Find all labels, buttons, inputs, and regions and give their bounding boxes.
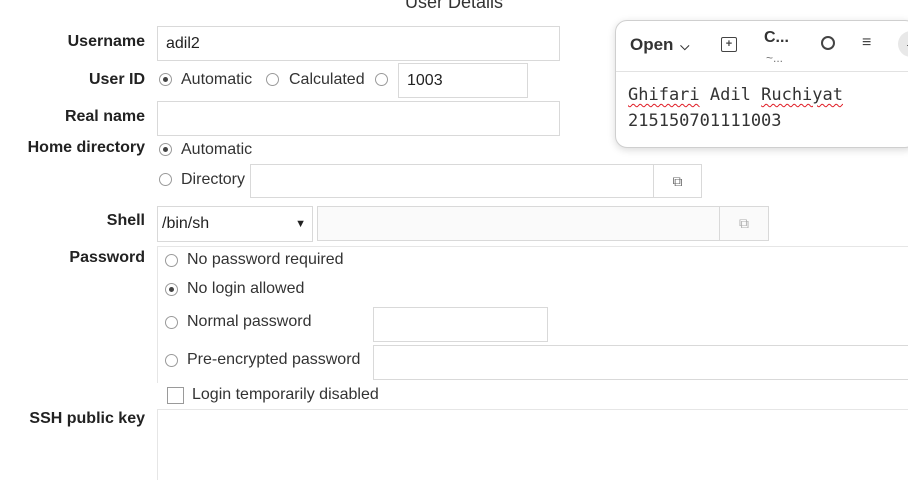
home-automatic-radio[interactable] (159, 143, 172, 156)
dropdown-arrow-icon: ▼ (295, 218, 306, 230)
user-id-automatic-radio[interactable] (159, 73, 172, 86)
editor-headerbar: Open ⌵ + C... ~... ≡ – (616, 21, 908, 72)
username-label: Username (67, 33, 145, 50)
password-nologin-radio[interactable] (165, 283, 178, 296)
login-disabled-checkbox[interactable] (167, 387, 184, 404)
open-button-label: Open (630, 35, 674, 54)
editor-line-2[interactable]: 215150701111003 (628, 111, 782, 131)
home-directory-radio[interactable] (159, 173, 172, 186)
menu-icon[interactable]: ≡ (862, 34, 871, 52)
editor-document-title: C... (764, 29, 789, 46)
shell-label: Shell (106, 212, 145, 229)
password-preencrypted-radio[interactable] (165, 354, 178, 367)
home-browse-button[interactable]: ⧉ (653, 164, 702, 198)
password-none-label: No password required (187, 251, 344, 268)
shell-select-value: /bin/sh (162, 215, 210, 232)
password-none-radio[interactable] (165, 254, 178, 267)
preencrypted-password-input[interactable] (373, 345, 908, 380)
password-normal-label: Normal password (187, 313, 312, 330)
editor-line-1[interactable]: Ghifari Adil Ruchiyat (628, 85, 843, 105)
new-tab-icon[interactable]: + (721, 37, 737, 52)
home-automatic-label: Automatic (181, 141, 253, 158)
user-id-calculated-radio[interactable] (266, 73, 279, 86)
minimize-icon[interactable]: – (898, 31, 908, 57)
home-directory-option-label: Directory (181, 171, 246, 188)
password-label: Password (69, 249, 145, 266)
user-id-automatic-label: Automatic (181, 71, 253, 88)
shell-select[interactable]: /bin/sh ▼ (157, 206, 313, 242)
shell-other-input[interactable] (317, 206, 720, 241)
window-title: User Details (404, 0, 504, 12)
real-name-input[interactable] (157, 101, 560, 136)
editor-document-path: ~... (766, 51, 784, 65)
copy-icon: ⧉ (672, 172, 683, 189)
real-name-label: Real name (64, 108, 145, 125)
username-input[interactable]: adil2 (157, 26, 560, 61)
normal-password-input[interactable] (373, 307, 548, 342)
user-id-input[interactable]: 1003 (398, 63, 528, 98)
shell-browse-button[interactable]: ⧉ (719, 206, 769, 241)
text-editor-window: Open ⌵ + C... ~... ≡ – Ghifari Adil Ruch… (615, 20, 908, 148)
open-button[interactable]: Open ⌵ (630, 35, 689, 55)
user-id-label: User ID (88, 71, 145, 88)
ssh-key-textarea[interactable] (157, 409, 908, 480)
password-normal-radio[interactable] (165, 316, 178, 329)
chevron-down-icon: ⌵ (680, 39, 690, 53)
password-nologin-label: No login allowed (187, 280, 305, 297)
ssh-key-label: SSH public key (29, 410, 145, 427)
password-preencrypted-label: Pre-encrypted password (187, 351, 361, 368)
home-directory-input[interactable] (250, 164, 654, 198)
settings-gear-icon[interactable] (821, 36, 835, 50)
login-disabled-label: Login temporarily disabled (192, 386, 379, 403)
home-directory-label: Home directory (27, 139, 145, 156)
user-id-manual-radio[interactable] (375, 73, 388, 86)
copy-icon: ⧉ (739, 215, 749, 231)
user-id-calculated-label: Calculated (289, 71, 365, 88)
